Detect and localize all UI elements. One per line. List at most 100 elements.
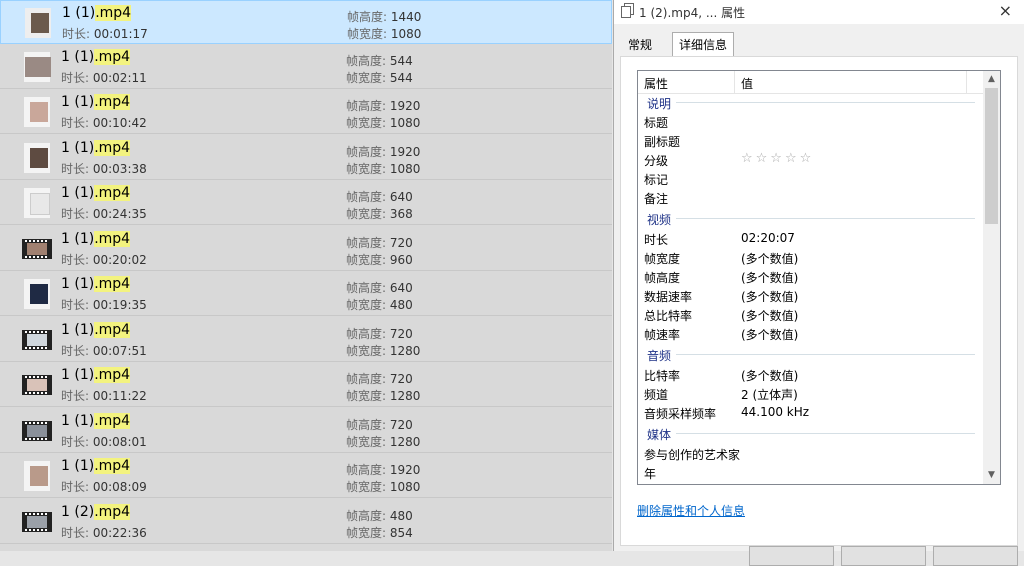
property-year: 年 <box>644 467 657 481</box>
tab-details[interactable]: 详细信息 <box>672 32 735 58</box>
file-row[interactable]: 1 (1).mp4 时长: 00:08:09 帧高度: 1920 帧宽度: 10… <box>0 454 612 498</box>
file-name: 1 (1).mp4 <box>61 322 131 338</box>
scroll-down-icon[interactable]: ▼ <box>983 467 1000 484</box>
property-tags: 标记 <box>644 173 669 187</box>
property-comments: 备注 <box>644 192 669 206</box>
frame-height: 帧高度: 544 <box>346 54 413 68</box>
video-thumbnail <box>22 325 52 355</box>
video-thumbnail <box>22 97 52 127</box>
value-total-bitrate: (多个数值) <box>741 309 799 323</box>
vertical-scrollbar[interactable]: ▲ ▼ <box>983 71 1000 484</box>
video-thumbnail <box>22 370 52 400</box>
frame-width: 帧宽度: 480 <box>346 298 413 312</box>
ok-button[interactable] <box>749 546 834 566</box>
file-name: 1 (1).mp4 <box>61 458 131 474</box>
frame-width: 帧宽度: 854 <box>346 526 413 540</box>
video-thumbnail <box>22 143 52 173</box>
apply-button[interactable] <box>933 546 1018 566</box>
property-rating: 分级 <box>644 154 669 168</box>
duration: 时长: 00:11:22 <box>61 389 147 403</box>
frame-height: 帧高度: 480 <box>346 509 413 523</box>
file-name: 1 (1).mp4 <box>61 231 131 247</box>
video-thumbnail <box>22 188 52 218</box>
property-contributing-artists: 参与创作的艺术家 <box>644 448 741 462</box>
file-row[interactable]: 1 (1).mp4 时长: 00:02:11 帧高度: 544 帧宽度: 544 <box>0 45 612 89</box>
file-row[interactable]: 1 (1).mp4 时长: 00:08:01 帧高度: 720 帧宽度: 128… <box>0 409 612 453</box>
rating-stars-icon[interactable]: ☆☆☆☆☆ <box>741 151 814 166</box>
value-bitrate: (多个数值) <box>741 369 799 383</box>
file-row[interactable]: 1 (1).mp4 时长: 00:20:02 帧高度: 720 帧宽度: 960 <box>0 227 612 271</box>
file-row[interactable]: 1 (2).mp4 时长: 00:22:36 帧高度: 480 帧宽度: 854 <box>0 500 612 544</box>
file-name: 1 (1).mp4 <box>61 140 131 156</box>
scroll-up-icon[interactable]: ▲ <box>983 71 1000 88</box>
frame-width: 帧宽度: 1280 <box>346 344 421 358</box>
property-channels: 频道 <box>644 388 669 402</box>
frame-width: 帧宽度: 960 <box>346 253 413 267</box>
file-name: 1 (1).mp4 <box>61 94 131 110</box>
duration: 时长: 00:20:02 <box>61 253 147 267</box>
property-list[interactable]: 属性 值 说明 标题 副标题 分级 ☆☆☆☆☆ 标记 备注 视频 时长 02:2… <box>637 70 1001 485</box>
frame-width: 帧宽度: 1080 <box>346 480 421 494</box>
file-row[interactable]: 1 (1).mp4 时长: 00:01:17 帧高度: 1440 帧宽度: 10… <box>0 0 612 44</box>
file-name: 1 (2).mp4 <box>61 504 131 520</box>
value-data-rate: (多个数值) <box>741 290 799 304</box>
frame-width: 帧宽度: 544 <box>346 71 413 85</box>
video-thumbnail <box>22 507 52 537</box>
file-row[interactable]: 1 (1).mp4 时长: 00:11:22 帧高度: 720 帧宽度: 128… <box>0 363 612 407</box>
frame-height: 帧高度: 720 <box>346 236 413 250</box>
file-row[interactable]: 1 (1).mp4 时长: 00:24:35 帧高度: 640 帧宽度: 368 <box>0 181 612 225</box>
close-icon[interactable]: × <box>999 1 1012 20</box>
video-thumbnail <box>22 416 52 446</box>
frame-height: 帧高度: 720 <box>346 372 413 386</box>
duration: 时长: 00:01:17 <box>62 27 148 41</box>
file-name: 1 (1).mp4 <box>61 49 131 65</box>
value-frame-height: (多个数值) <box>741 271 799 285</box>
file-row[interactable]: 1 (1).mp4 时长: 00:07:51 帧高度: 720 帧宽度: 128… <box>0 318 612 362</box>
file-row[interactable]: 1 (1).mp4 时长: 00:10:42 帧高度: 1920 帧宽度: 10… <box>0 90 612 134</box>
file-row[interactable]: 1 (1).mp4 时长: 00:03:38 帧高度: 1920 帧宽度: 10… <box>0 136 612 180</box>
file-name: 1 (1).mp4 <box>61 185 131 201</box>
column-header-value[interactable]: 值 <box>741 75 753 92</box>
frame-height: 帧高度: 1920 <box>346 463 421 477</box>
property-total-bitrate: 总比特率 <box>644 309 693 323</box>
duration: 时长: 00:08:09 <box>61 480 147 494</box>
frame-height: 帧高度: 640 <box>346 190 413 204</box>
properties-dialog: 1 (2).mp4, ... 属性 × 常规 详细信息 属性 值 说明 标题 副… <box>613 0 1024 566</box>
scrollbar-thumb[interactable] <box>985 88 998 224</box>
duration: 时长: 00:24:35 <box>61 207 147 221</box>
frame-height: 帧高度: 1440 <box>347 10 422 24</box>
frame-height: 帧高度: 720 <box>346 418 413 432</box>
details-panel: 属性 值 说明 标题 副标题 分级 ☆☆☆☆☆ 标记 备注 视频 时长 02:2… <box>620 56 1018 546</box>
frame-width: 帧宽度: 1080 <box>346 116 421 130</box>
duration: 时长: 00:02:11 <box>61 71 147 85</box>
duration: 时长: 00:03:38 <box>61 162 147 176</box>
value-sample-rate: 44.100 kHz <box>741 405 810 419</box>
frame-width: 帧宽度: 1080 <box>346 162 421 176</box>
file-name: 1 (1).mp4 <box>61 413 131 429</box>
file-row[interactable]: 1 (1).mp4 时长: 00:19:35 帧高度: 640 帧宽度: 480 <box>0 272 612 316</box>
remove-properties-link[interactable]: 删除属性和个人信息 <box>637 502 745 519</box>
value-frame-width: (多个数值) <box>741 252 799 266</box>
video-thumbnail <box>22 234 52 264</box>
dialog-titlebar[interactable]: 1 (2).mp4, ... 属性 × <box>614 0 1024 24</box>
tab-general[interactable]: 常规 <box>622 34 658 56</box>
duration: 时长: 00:22:36 <box>61 526 147 540</box>
property-frame-rate: 帧速率 <box>644 328 681 342</box>
property-data-rate: 数据速率 <box>644 290 693 304</box>
group-header-audio: 音频 <box>647 349 672 363</box>
frame-width: 帧宽度: 1080 <box>347 27 422 41</box>
frame-width: 帧宽度: 368 <box>346 207 413 221</box>
duration: 时长: 00:07:51 <box>61 344 147 358</box>
cancel-button[interactable] <box>841 546 926 566</box>
frame-height: 帧高度: 640 <box>346 281 413 295</box>
frame-height: 帧高度: 720 <box>346 327 413 341</box>
group-header-description: 说明 <box>647 97 672 111</box>
column-header-property[interactable]: 属性 <box>644 75 668 92</box>
value-channels: 2 (立体声) <box>741 388 798 402</box>
list-header: 属性 值 <box>638 71 983 94</box>
file-name: 1 (1).mp4 <box>61 367 131 383</box>
group-header-video: 视频 <box>647 213 672 227</box>
dialog-title: 1 (2).mp4, ... 属性 <box>639 6 746 20</box>
property-frame-width: 帧宽度 <box>644 252 681 266</box>
property-title: 标题 <box>644 116 669 130</box>
